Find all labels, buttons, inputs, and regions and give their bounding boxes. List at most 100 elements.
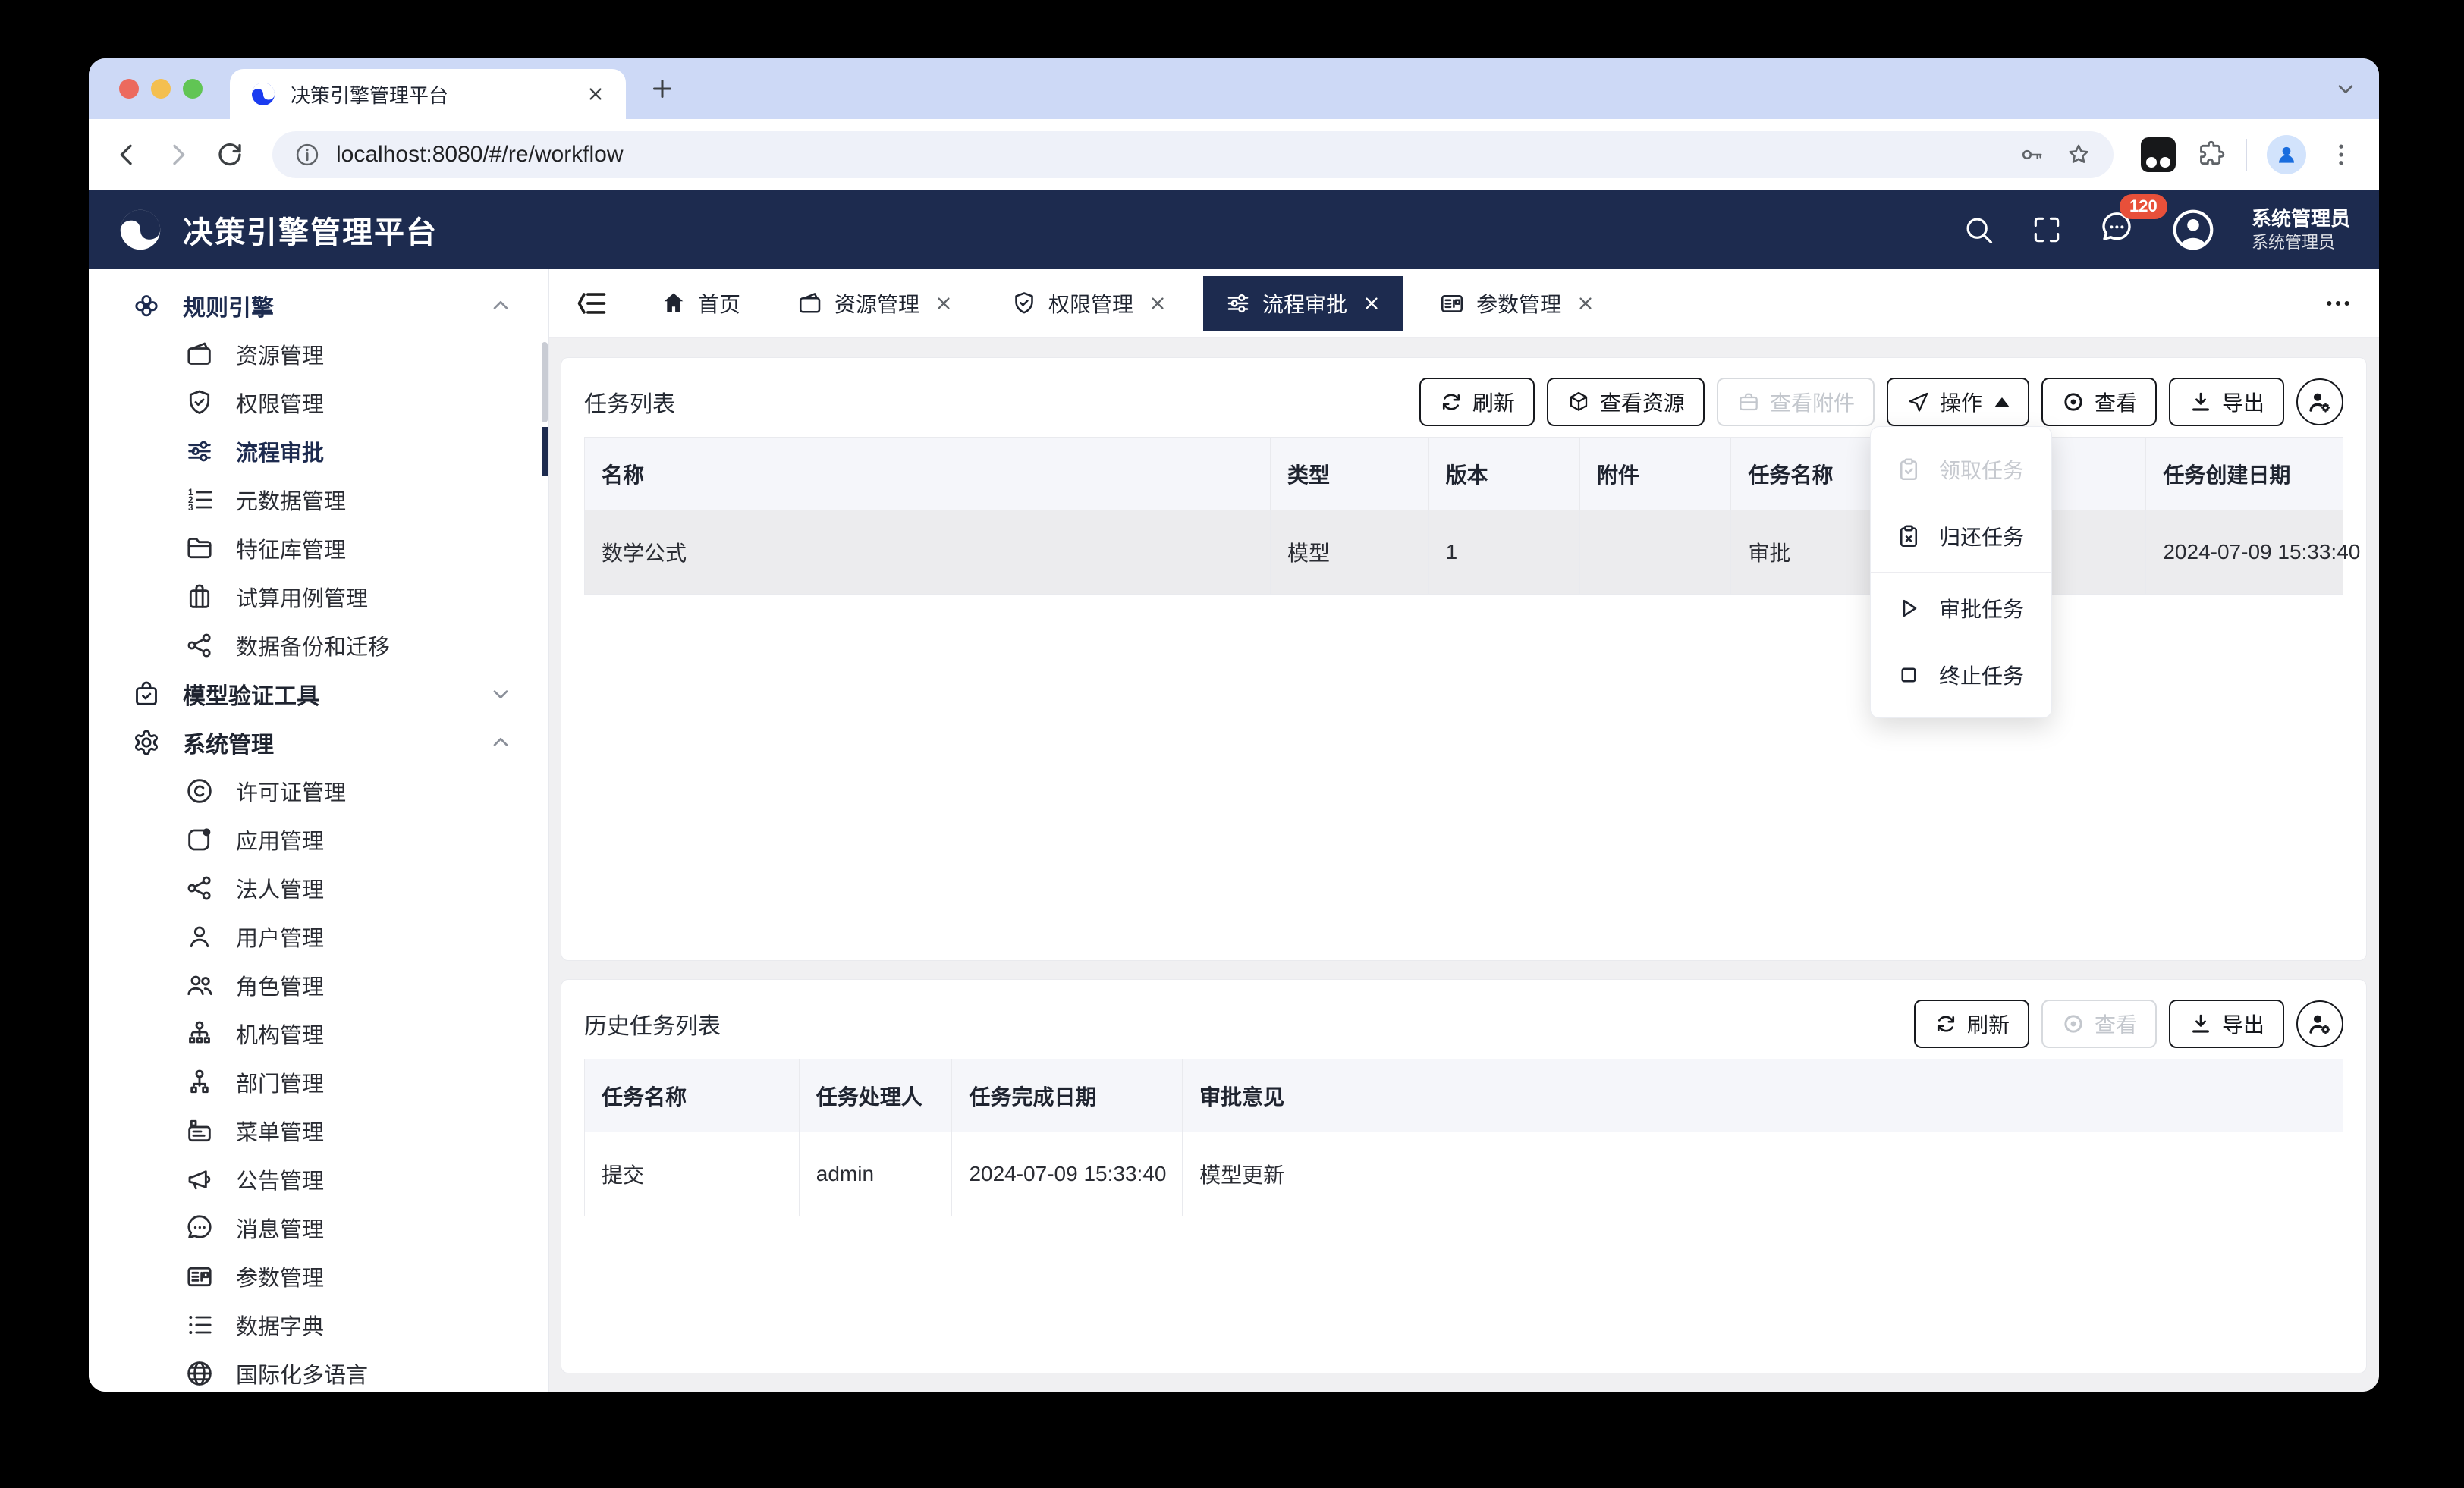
sidebar-item-parameter-mgmt[interactable]: 参数管理: [89, 1252, 548, 1301]
column-header[interactable]: 审批意见: [1183, 1059, 2343, 1132]
sidebar-group-rule-engine[interactable]: 规则引擎: [89, 281, 548, 330]
toolbar-divider: [2246, 139, 2247, 171]
sidebar-item-label: 特征库管理: [236, 532, 346, 564]
tab-close-icon[interactable]: [1147, 293, 1168, 314]
sidebar-item-menu-mgmt[interactable]: 菜单管理: [89, 1107, 548, 1155]
sidebar-item-role-mgmt[interactable]: 角色管理: [89, 961, 548, 1009]
clipboard-x-icon: [1895, 523, 1922, 550]
history-export-button[interactable]: 导出: [2169, 1000, 2284, 1048]
sidebar-item-org-mgmt[interactable]: 机构管理: [89, 1009, 548, 1058]
sidebar: 规则引擎 资源管理 权限管理 流程审批 元数据管理 特征库管理 试算用例管理 数…: [89, 269, 549, 1392]
tab-workflow-approval[interactable]: 流程审批: [1203, 276, 1403, 331]
sidebar-item-i18n[interactable]: 国际化多语言: [89, 1349, 548, 1392]
sidebar-item-test-case-mgmt[interactable]: 试算用例管理: [89, 573, 548, 621]
sidebar-item-data-backup[interactable]: 数据备份和迁移: [89, 621, 548, 670]
column-header[interactable]: 版本: [1428, 438, 1579, 510]
sidebar-item-app-mgmt[interactable]: 应用管理: [89, 815, 548, 864]
history-refresh-button[interactable]: 刷新: [1914, 1000, 2029, 1048]
sidebar-item-data-dictionary[interactable]: 数据字典: [89, 1301, 548, 1349]
column-header[interactable]: 附件: [1579, 438, 1730, 510]
column-header[interactable]: 任务名称: [585, 1059, 800, 1132]
user-block[interactable]: 系统管理员 系统管理员: [2252, 206, 2350, 253]
column-header[interactable]: 任务名称: [1731, 438, 1872, 510]
sidebar-item-announcement-mgmt[interactable]: 公告管理: [89, 1155, 548, 1204]
browser-profile-avatar[interactable]: [2267, 135, 2306, 174]
sliders-icon: [184, 436, 215, 466]
tab-resource-mgmt[interactable]: 资源管理: [775, 276, 976, 331]
more-tabs-icon[interactable]: [2323, 288, 2353, 319]
window-minimize-button[interactable]: [151, 79, 171, 99]
sidebar-item-license-mgmt[interactable]: 许可证管理: [89, 767, 548, 815]
column-header[interactable]: 任务完成日期: [952, 1059, 1183, 1132]
user-avatar[interactable]: [2170, 206, 2217, 253]
sidebar-item-metadata-mgmt[interactable]: 元数据管理: [89, 476, 548, 524]
cell-name: 数学公式: [585, 510, 1271, 595]
sidebar-item-label: 权限管理: [236, 387, 324, 419]
tab-home[interactable]: 首页: [639, 276, 762, 331]
tab-close-icon[interactable]: [933, 293, 954, 314]
extension-icon[interactable]: [2141, 137, 2176, 172]
menu-item-terminate-task[interactable]: 终止任务: [1871, 642, 2051, 708]
sidebar-item-dept-mgmt[interactable]: 部门管理: [89, 1058, 548, 1107]
tab-label: 首页: [698, 288, 740, 319]
puzzle-extensions-icon[interactable]: [2195, 140, 2226, 170]
search-icon[interactable]: [1962, 213, 1995, 246]
app-title: 决策引擎管理平台: [183, 208, 438, 252]
history-view-button: 查看: [2041, 1000, 2157, 1048]
address-bar[interactable]: localhost:8080/#/re/workflow: [272, 131, 2114, 178]
reload-icon[interactable]: [215, 140, 245, 170]
numbered-list-icon: [184, 485, 215, 515]
history-task-panel: 历史任务列表 刷新 查看 导出: [561, 979, 2367, 1373]
password-key-icon[interactable]: [2018, 141, 2045, 168]
sidebar-group-model-validation[interactable]: 模型验证工具: [89, 670, 548, 718]
chat-bubble-icon: [184, 1213, 215, 1243]
bookmark-star-icon[interactable]: [2065, 141, 2092, 168]
sidebar-item-workflow-approval[interactable]: 流程审批: [89, 427, 548, 476]
window-close-button[interactable]: [119, 79, 139, 99]
column-settings-button[interactable]: [2296, 378, 2343, 425]
task-table-row[interactable]: 数学公式 模型 1 审批 2024-07-09 15:33:40: [585, 510, 2343, 595]
tab-search-chevron-icon[interactable]: [2334, 77, 2358, 101]
column-header[interactable]: 名称: [585, 438, 1271, 510]
sidebar-item-user-mgmt[interactable]: 用户管理: [89, 912, 548, 961]
sidebar-scrollbar-thumb[interactable]: [542, 342, 548, 422]
column-header[interactable]: 任务创建日期: [2146, 438, 2343, 510]
back-icon[interactable]: [112, 140, 142, 170]
tab-close-icon[interactable]: [1361, 293, 1382, 314]
tab-close-icon[interactable]: [585, 83, 606, 105]
sidebar-item-label: 流程审批: [236, 435, 324, 467]
column-header[interactable]: 类型: [1271, 438, 1429, 510]
menu-item-approve-task[interactable]: 审批任务: [1871, 575, 2051, 642]
window-zoom-button[interactable]: [183, 79, 203, 99]
action-dropdown-button[interactable]: 操作: [1887, 378, 2029, 426]
forward-icon[interactable]: [163, 140, 193, 170]
view-button[interactable]: 查看: [2041, 378, 2157, 426]
sidebar-group-system-mgmt[interactable]: 系统管理: [89, 718, 548, 767]
sidebar-item-message-mgmt[interactable]: 消息管理: [89, 1204, 548, 1252]
history-column-settings-button[interactable]: [2296, 1000, 2343, 1047]
refresh-button[interactable]: 刷新: [1419, 378, 1535, 426]
messages-button[interactable]: 120: [2098, 209, 2135, 250]
sidebar-item-feature-store[interactable]: 特征库管理: [89, 524, 548, 573]
tab-permission-mgmt[interactable]: 权限管理: [989, 276, 1190, 331]
menu-item-return-task[interactable]: 归还任务: [1871, 503, 2051, 570]
column-header[interactable]: 任务处理人: [799, 1059, 952, 1132]
export-button[interactable]: 导出: [2169, 378, 2284, 426]
new-tab-button[interactable]: [649, 75, 676, 102]
sidebar-item-resource-mgmt[interactable]: 资源管理: [89, 330, 548, 378]
tab-parameter-mgmt[interactable]: 参数管理: [1417, 276, 1617, 331]
cell-task-name: 审批: [1731, 510, 1872, 595]
browser-menu-kebab-icon[interactable]: [2326, 140, 2356, 170]
collapse-sidebar-icon[interactable]: [575, 287, 608, 320]
clipboard-check-icon: [1895, 456, 1922, 483]
tab-close-icon[interactable]: [1575, 293, 1596, 314]
sidebar-group-label: 模型验证工具: [183, 677, 319, 711]
history-table-row[interactable]: 提交 admin 2024-07-09 15:33:40 模型更新: [585, 1132, 2343, 1216]
browser-extensions-area: [2141, 135, 2356, 174]
view-resource-button[interactable]: 查看资源: [1547, 378, 1705, 426]
sidebar-item-legal-entity-mgmt[interactable]: 法人管理: [89, 864, 548, 912]
fullscreen-icon[interactable]: [2030, 213, 2063, 246]
site-info-icon[interactable]: [294, 141, 321, 168]
browser-tab[interactable]: 决策引擎管理平台: [230, 69, 626, 119]
sidebar-item-permission-mgmt[interactable]: 权限管理: [89, 378, 548, 427]
